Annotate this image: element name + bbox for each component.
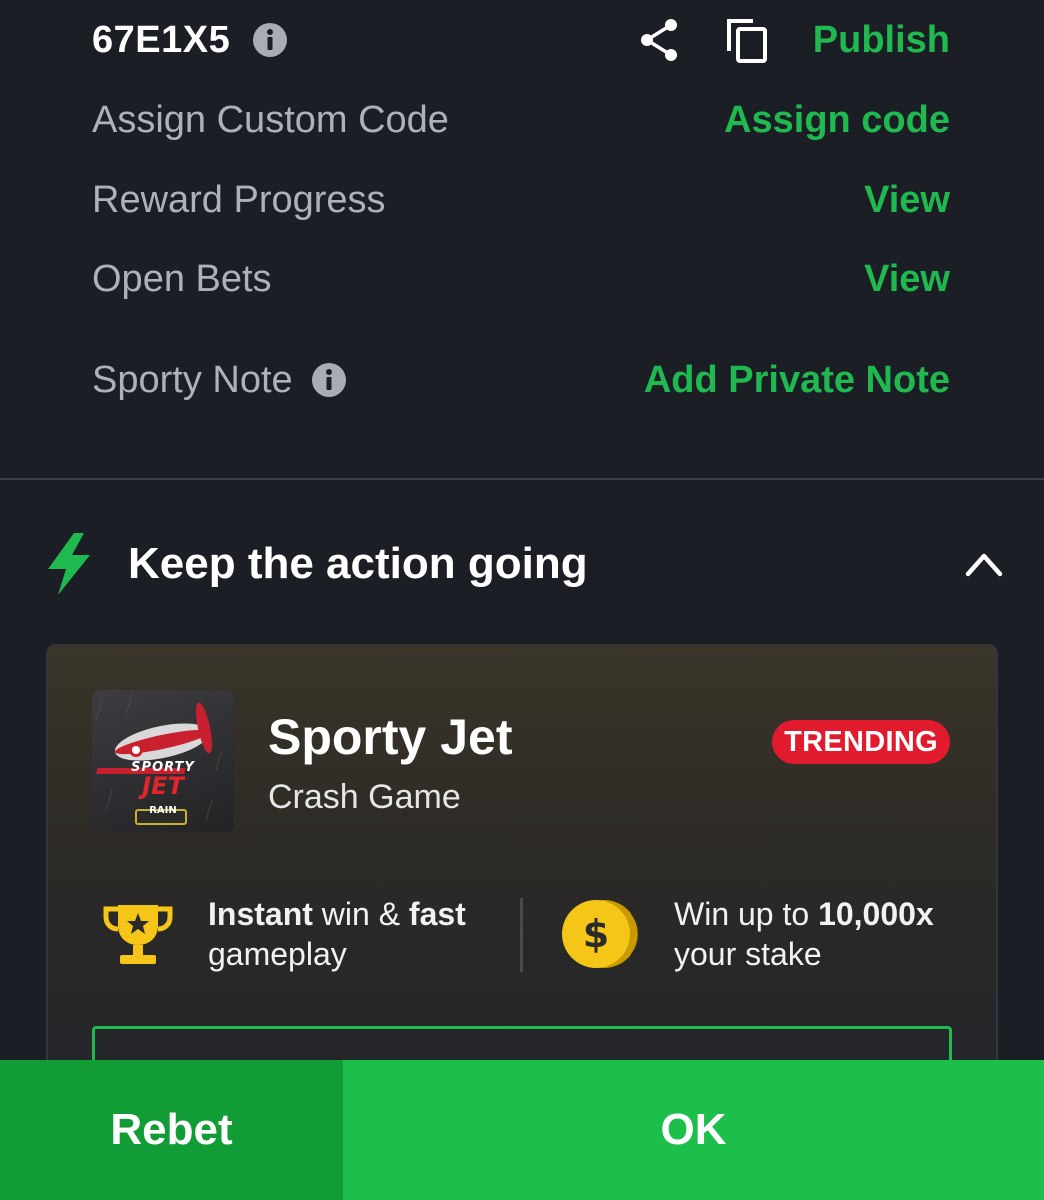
game-title: Sporty Jet [268, 709, 513, 765]
code-actions: Publish [637, 17, 950, 63]
feature-win-bold: 10,000x [818, 896, 934, 932]
open-bets-label: Open Bets [92, 257, 272, 300]
feature-instant-win-line2: gameplay [208, 936, 347, 972]
reward-progress-row: Reward Progress View [92, 172, 950, 228]
reward-progress-view-link[interactable]: View [864, 179, 950, 222]
sporty-note-label: Sporty Note [92, 358, 293, 401]
feature-win-line2: your stake [674, 936, 822, 972]
booking-code-row: 67E1X5 Publish [92, 12, 950, 68]
share-icon[interactable] [637, 17, 681, 63]
svg-text:$: $ [583, 912, 609, 956]
divider [0, 478, 1044, 480]
feature-instant-win-text: Instant win & fast gameplay [208, 894, 466, 974]
info-icon[interactable] [252, 22, 288, 58]
info-icon[interactable] [311, 362, 347, 398]
keep-action-header[interactable]: Keep the action going [44, 528, 1004, 600]
publish-link[interactable]: Publish [813, 19, 950, 62]
feature-bold-fast: fast [408, 896, 466, 932]
section-title: Keep the action going [128, 539, 588, 588]
chevron-up-icon[interactable] [964, 550, 1004, 578]
feature-instant-win: Instant win & fast gameplay [102, 894, 466, 974]
add-private-note-link[interactable]: Add Private Note [644, 359, 950, 402]
game-thumbnail[interactable]: SPORTY JET RAIN [92, 690, 234, 832]
copy-icon[interactable] [725, 17, 769, 63]
feature-win-multiplier: $ Win up to 10,000x your stake [558, 894, 934, 974]
game-subtitle: Crash Game [268, 778, 461, 816]
booking-code: 67E1X5 [92, 18, 231, 61]
feature-separator [520, 898, 523, 972]
ok-button[interactable]: OK [343, 1060, 1044, 1200]
trophy-icon [102, 901, 174, 967]
feature-win-pre: Win up to [674, 896, 819, 932]
sporty-note-row: Sporty Note Add Private Note [92, 352, 950, 408]
feature-win-multiplier-text: Win up to 10,000x your stake [674, 894, 934, 974]
assign-code-row: Assign Custom Code Assign code [92, 92, 950, 148]
open-bets-row: Open Bets View [92, 251, 950, 307]
reward-progress-label: Reward Progress [92, 178, 386, 221]
sporty-note-group: Sporty Note [92, 359, 347, 402]
open-bets-view-link[interactable]: View [864, 258, 950, 301]
thumb-logo-line2: JET [142, 772, 184, 800]
lightning-icon [44, 533, 94, 595]
assign-code-label: Assign Custom Code [92, 98, 449, 141]
section-title-group: Keep the action going [44, 533, 588, 595]
feature-instant-win-line1: Instant win & fast [208, 894, 466, 934]
coin-icon: $ [558, 897, 641, 971]
trending-badge: TRENDING [772, 720, 950, 764]
assign-code-link[interactable]: Assign code [724, 99, 950, 142]
feature-bold-instant: Instant [208, 896, 313, 932]
thumb-logo-tag: RAIN [149, 805, 177, 816]
bottom-action-bar: Rebet OK [0, 1060, 1044, 1200]
thumb-logo: SPORTY JET RAIN [92, 760, 234, 816]
rebet-button[interactable]: Rebet [0, 1060, 343, 1200]
feature-win-line1: Win up to 10,000x [674, 894, 934, 934]
booking-code-group: 67E1X5 [92, 19, 288, 62]
feature-mid-text: win & [312, 896, 409, 932]
